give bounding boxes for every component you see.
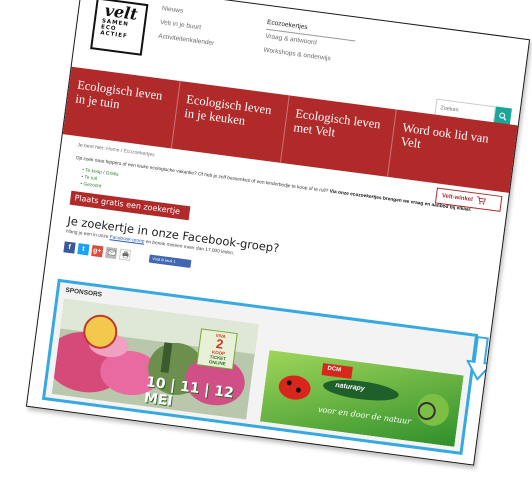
facebook-like-button[interactable]: Vind ik leuk 1 — [148, 254, 192, 268]
cart-icon — [476, 196, 486, 205]
fair-badge: VIVA 2 KOOP TICKET ONLINE — [203, 332, 235, 367]
category-links: Te koop / Gratis Te ruil Gezocht — [80, 167, 119, 193]
velt-logo[interactable]: velt SAMEN ECO ACTIEF — [90, 0, 149, 56]
sponsor-ad-dcm[interactable]: DCM naturapy voor en door de natuur — [259, 349, 464, 447]
main-nav-tuin[interactable]: Ecologisch leven in je tuin — [62, 66, 181, 149]
share-bar: f t g+ Vind ik leuk 1 — [63, 241, 192, 268]
twitter-icon[interactable]: t — [77, 243, 90, 256]
top-nav-column-2: Ecozoekertjes Vraag & antwoord Workshops… — [262, 15, 358, 69]
dcm-ad-image — [259, 349, 464, 447]
sponsors-section: SPONSORS VIVA 2 KOOP TICKET ONLINE 10 | … — [41, 278, 479, 456]
main-navigation: Ecologisch leven in je tuin Ecologisch l… — [62, 66, 520, 194]
facebook-icon[interactable]: f — [63, 241, 76, 254]
fair-date-month: MEI — [142, 390, 174, 410]
webpage: velt SAMEN ECO ACTIEF Nieuws Velt in je … — [25, 0, 531, 466]
search-icon — [499, 112, 507, 121]
shop-label: Velt-winkel — [441, 193, 474, 204]
email-icon[interactable] — [104, 246, 118, 260]
breadcrumb-home[interactable]: Home — [106, 146, 120, 154]
fair-date-3: 12 — [213, 383, 235, 402]
google-plus-icon[interactable]: g+ — [91, 244, 104, 258]
sponsors-label: SPONSORS — [64, 286, 103, 299]
breadcrumb-current: Ecozoekertjes — [123, 148, 156, 159]
print-icon[interactable] — [118, 248, 132, 261]
main-nav-met-velt[interactable]: Ecologisch leven met Velt — [280, 95, 397, 177]
screenshot-stage: velt SAMEN ECO ACTIEF Nieuws Velt in je … — [0, 0, 532, 498]
breadcrumb-prefix: Je bent hier: — [77, 142, 106, 152]
top-nav-column-1: Nieuws Velt in je buurt Activiteitenkale… — [157, 2, 252, 55]
fair-date-2: 11 — [179, 378, 201, 398]
sponsor-ad-fair[interactable]: VIVA 2 KOOP TICKET ONLINE 10 | 11 | 12 M… — [51, 298, 259, 420]
main-nav-keuken[interactable]: Ecologisch leven in je keuken — [171, 81, 290, 163]
down-arrow-icon — [465, 335, 494, 382]
